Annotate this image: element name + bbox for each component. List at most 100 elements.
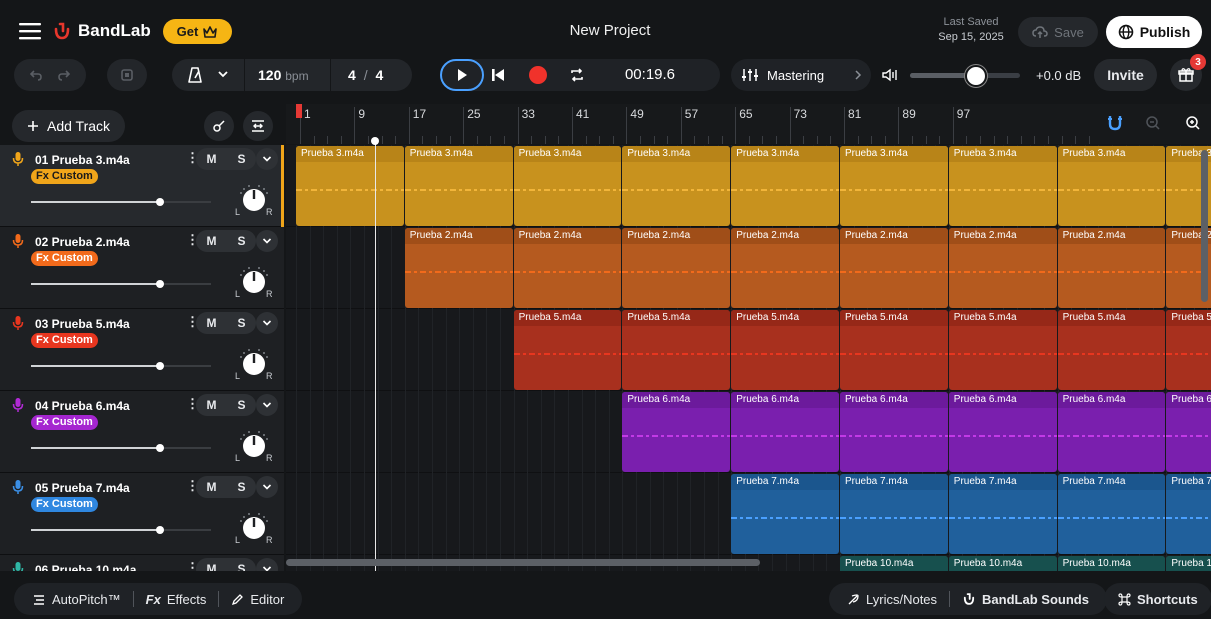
track-settings-button[interactable] xyxy=(243,111,273,141)
save-button[interactable]: Save xyxy=(1018,17,1098,47)
undo-icon[interactable] xyxy=(29,68,43,82)
audio-clip[interactable]: Prueba 5.m4a xyxy=(1057,310,1166,390)
playhead[interactable] xyxy=(375,138,376,571)
pan-knob[interactable]: LR xyxy=(232,348,272,384)
audio-clip[interactable]: Prueba 3.m4a xyxy=(404,146,513,226)
metronome-toggle-button[interactable] xyxy=(107,59,147,91)
audio-clip[interactable]: Prueba 3.m4a xyxy=(948,146,1057,226)
mute-button[interactable]: M xyxy=(206,480,216,494)
audio-clip[interactable]: Prueba 3.m4a xyxy=(622,146,731,226)
redo-icon[interactable] xyxy=(57,68,71,82)
arrangement-grid[interactable]: Prueba 3.m4a Prueba 3.m4a Prueba 3.m4a Prue… xyxy=(286,145,1211,571)
editor-button[interactable]: Editor xyxy=(219,592,296,607)
volume-fader-track[interactable] xyxy=(161,201,211,203)
track-lane[interactable]: Prueba 5.m4a Prueba 5.m4a Prueba 5.m4a Prue… xyxy=(286,309,1211,391)
solo-button[interactable]: S xyxy=(237,562,245,571)
audio-clip[interactable]: Prueba 3.m4a xyxy=(513,146,622,226)
hamburger-menu-icon[interactable] xyxy=(19,22,41,40)
volume-fader-knob[interactable] xyxy=(156,444,164,452)
audio-clip[interactable]: Prueba 6.m4a xyxy=(1166,392,1211,472)
solo-button[interactable]: S xyxy=(237,152,245,166)
track-expand-chevron-icon[interactable] xyxy=(256,230,278,252)
invite-button[interactable]: Invite xyxy=(1094,59,1157,91)
audio-clip[interactable]: Prueba 2.m4a xyxy=(731,228,839,308)
audio-clip[interactable]: Prueba 3.m4a xyxy=(1057,146,1166,226)
volume-fader-track[interactable] xyxy=(161,365,211,367)
audio-clip[interactable]: Prueba 7.m4a xyxy=(1166,474,1211,554)
audio-clip[interactable]: Prueba 10.m4a xyxy=(1057,556,1166,571)
track-lane[interactable]: Prueba 6.m4a Prueba 6.m4a Prueba 6.m4a Prue… xyxy=(286,391,1211,473)
horizontal-scrollbar[interactable] xyxy=(286,559,760,566)
time-signature-field[interactable]: 4 / 4 xyxy=(348,67,383,83)
go-to-start-button[interactable] xyxy=(490,66,506,84)
audio-clip[interactable]: Prueba 6.m4a xyxy=(622,392,731,472)
track-lane[interactable]: Prueba 7.m4a Prueba 7.m4a Prueba 7.m4a Prue… xyxy=(286,473,1211,555)
audio-clip[interactable]: Prueba 3.m4a xyxy=(731,146,839,226)
track-expand-chevron-icon[interactable] xyxy=(256,148,278,170)
audio-clip[interactable]: Prueba 5.m4a xyxy=(840,310,948,390)
audio-clip[interactable]: Prueba 7.m4a xyxy=(1057,474,1166,554)
track-expand-chevron-icon[interactable] xyxy=(256,476,278,498)
loop-button[interactable] xyxy=(568,66,586,84)
fx-preset-badge[interactable]: Fx Custom xyxy=(31,333,98,348)
volume-fader-knob[interactable] xyxy=(156,526,164,534)
audio-clip[interactable]: Prueba 2.m4a xyxy=(622,228,731,308)
bpm-field[interactable]: 120 bpm xyxy=(258,67,309,83)
lyrics-notes-button[interactable]: Lyrics/Notes xyxy=(835,592,949,607)
tempo-dropdown-chevron-icon[interactable] xyxy=(217,69,229,79)
audio-clip[interactable]: Prueba 7.m4a xyxy=(948,474,1057,554)
track-name[interactable]: 06 Prueba 10.m4a xyxy=(35,563,136,571)
audio-clip[interactable]: Prueba 6.m4a xyxy=(1057,392,1166,472)
track-lane[interactable]: Prueba 2.m4a Prueba 2.m4a Prueba 2.m4a Prue… xyxy=(286,227,1211,309)
audio-clip[interactable]: Prueba 3.m4a xyxy=(296,146,404,226)
audio-clip[interactable]: Prueba 5.m4a xyxy=(622,310,731,390)
audio-clip[interactable]: Prueba 3.m4a xyxy=(840,146,948,226)
play-button[interactable] xyxy=(440,59,484,91)
bandlab-sounds-button[interactable]: BandLab Sounds xyxy=(950,592,1101,607)
mute-button[interactable]: M xyxy=(206,152,216,166)
audio-clip[interactable]: Prueba 2.m4a xyxy=(513,228,622,308)
effects-button[interactable]: Fx Effects xyxy=(134,592,219,607)
project-title[interactable]: New Project xyxy=(480,22,740,39)
pan-knob[interactable]: LR xyxy=(232,184,272,220)
mastering-button[interactable]: Mastering xyxy=(731,59,871,91)
fx-preset-badge[interactable]: Fx Custom xyxy=(31,415,98,430)
shortcuts-button[interactable]: Shortcuts xyxy=(1104,583,1211,615)
track-lane[interactable]: Prueba 3.m4a Prueba 3.m4a Prueba 3.m4a Prue… xyxy=(286,145,1211,227)
volume-fader-track[interactable] xyxy=(161,447,211,449)
solo-button[interactable]: S xyxy=(237,234,245,248)
audio-clip[interactable]: Prueba 5.m4a xyxy=(731,310,839,390)
track-name[interactable]: 04 Prueba 6.m4a xyxy=(35,399,130,413)
zoom-in-icon[interactable] xyxy=(1185,115,1201,131)
audio-clip[interactable]: Prueba 6.m4a xyxy=(731,392,839,472)
pan-knob[interactable]: LR xyxy=(232,512,272,548)
track-header[interactable]: 05 Prueba 7.m4a Fx Custom ⋮ M S L R xyxy=(0,473,284,555)
solo-button[interactable]: S xyxy=(237,316,245,330)
record-button[interactable] xyxy=(529,66,547,84)
solo-button[interactable]: S xyxy=(237,398,245,412)
track-expand-chevron-icon[interactable] xyxy=(256,558,278,571)
audio-clip[interactable]: Prueba 6.m4a xyxy=(948,392,1057,472)
guitar-tuner-button[interactable] xyxy=(204,111,234,141)
playhead-handle[interactable] xyxy=(371,137,379,145)
volume-fader-knob[interactable] xyxy=(156,362,164,370)
track-header[interactable]: 02 Prueba 2.m4a Fx Custom ⋮ M S L R xyxy=(0,227,284,309)
audio-clip[interactable]: Prueba 10.m4a xyxy=(840,556,948,571)
fx-preset-badge[interactable]: Fx Custom xyxy=(31,497,98,512)
publish-button[interactable]: Publish xyxy=(1106,16,1202,48)
mute-button[interactable]: M xyxy=(206,316,216,330)
speaker-volume-icon[interactable] xyxy=(881,67,901,83)
audio-clip[interactable]: Prueba 2.m4a xyxy=(1057,228,1166,308)
mute-button[interactable]: M xyxy=(206,234,216,248)
track-name[interactable]: 03 Prueba 5.m4a xyxy=(35,317,130,331)
zoom-out-icon[interactable] xyxy=(1145,115,1161,131)
volume-fader-track[interactable] xyxy=(161,283,211,285)
track-name[interactable]: 05 Prueba 7.m4a xyxy=(35,481,130,495)
pan-knob[interactable]: LR xyxy=(232,266,272,302)
audio-clip[interactable]: Prueba 5.m4a xyxy=(948,310,1057,390)
snap-magnet-icon[interactable] xyxy=(1107,114,1123,132)
volume-slider-knob[interactable] xyxy=(965,65,987,87)
audio-clip[interactable]: Prueba 10.m4a xyxy=(948,556,1057,571)
audio-clip[interactable]: Prueba 2.m4a xyxy=(948,228,1057,308)
fx-preset-badge[interactable]: Fx Custom xyxy=(31,169,98,184)
